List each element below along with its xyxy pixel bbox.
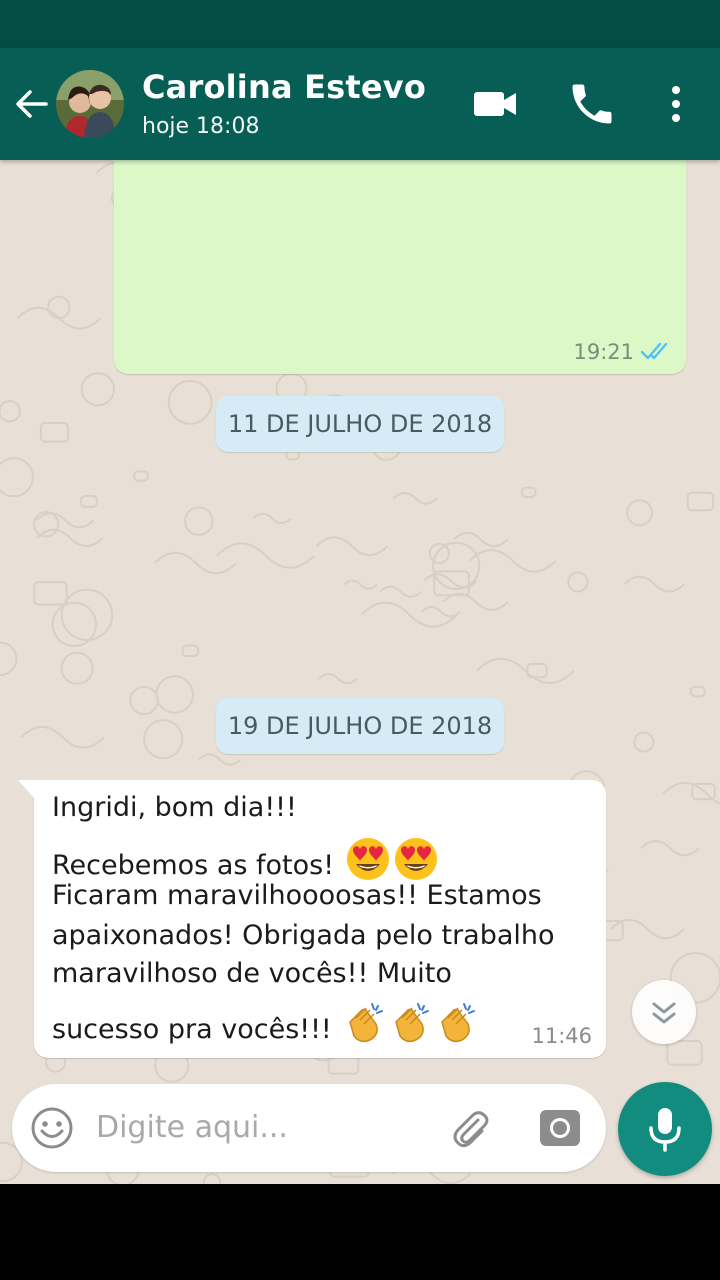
contact-photo xyxy=(56,70,124,138)
wallpaper-doodle xyxy=(133,470,149,482)
wallpaper-doodle xyxy=(143,719,184,760)
message-composer: Digite aqui... xyxy=(12,1084,606,1172)
phone-icon xyxy=(572,84,612,124)
wallpaper-doodle xyxy=(661,782,720,805)
video-call-button[interactable] xyxy=(472,84,520,124)
last-seen-status: hoje 18:08 xyxy=(142,114,260,139)
wallpaper-doodle xyxy=(129,685,159,716)
wallpaper-doodle xyxy=(20,725,105,749)
clapping-hands-emoji xyxy=(388,1002,432,1053)
more-options-button[interactable] xyxy=(656,80,696,128)
wallpaper-doodle xyxy=(520,486,537,498)
wallpaper-doodle xyxy=(80,372,116,407)
wallpaper-doodle xyxy=(80,495,98,508)
wallpaper-doodle xyxy=(393,491,438,505)
wallpaper-doodle xyxy=(360,601,458,628)
wallpaper-doodle xyxy=(33,511,60,538)
wallpaper-doodle xyxy=(0,641,18,677)
wallpaper-doodle xyxy=(51,601,97,647)
paperclip-icon xyxy=(453,1111,489,1148)
wallpaper-doodle xyxy=(184,506,214,536)
status-bar xyxy=(0,0,720,48)
message-time: 11:46 xyxy=(531,1024,592,1048)
chat-header: Carolina Estevo hoje 18:08 xyxy=(0,48,720,160)
camera-icon xyxy=(540,1110,580,1146)
message-text-line: maravilhoso de vocês!! Muito xyxy=(52,958,452,989)
wallpaper-doodle xyxy=(39,421,69,443)
wallpaper-doodle xyxy=(198,753,242,766)
incoming-message-bubble[interactable]: Ingridi, bom dia!!! Recebemos as fotos! … xyxy=(18,780,606,1058)
message-text-line: apaixonados! Obrigada pelo trabalho xyxy=(52,920,555,951)
wallpaper-doodle xyxy=(343,579,378,590)
message-input[interactable]: Digite aqui... xyxy=(96,1110,288,1145)
wallpaper-doodle xyxy=(155,675,194,714)
back-button[interactable] xyxy=(12,84,52,124)
wallpaper-doodle xyxy=(666,1040,703,1066)
wallpaper-doodle xyxy=(35,512,95,529)
message-time: 19:21 xyxy=(573,340,634,364)
double-check-icon xyxy=(640,342,668,360)
wallpaper-doodle xyxy=(0,400,21,423)
voice-call-button[interactable] xyxy=(566,78,618,130)
wallpaper-doodle xyxy=(432,541,481,591)
wallpaper-doodle xyxy=(567,571,589,593)
date-separator: 11 DE JULHO DE 2018 xyxy=(216,396,504,452)
wallpaper-doodle xyxy=(428,542,450,565)
chevron-double-down-icon xyxy=(652,1002,676,1024)
smiley-icon xyxy=(31,1107,73,1149)
message-text: sucesso pra vocês!!! xyxy=(52,1014,332,1045)
wallpaper-doodle xyxy=(468,549,557,573)
wallpaper-doodle xyxy=(623,575,685,593)
camera-button[interactable] xyxy=(538,1106,582,1150)
wallpaper-doodle xyxy=(640,839,700,857)
wallpaper-doodle xyxy=(216,542,316,569)
message-text-line: Ingridi, bom dia!!! xyxy=(52,792,297,823)
message-text: Recebemos as fotos! xyxy=(52,850,335,881)
wallpaper-doodle xyxy=(318,672,358,685)
chat-area[interactable]: 19:21 11 DE JULHO DE 2018 19 DE JULHO DE… xyxy=(0,160,720,1184)
wallpaper-doodle xyxy=(626,499,654,527)
wallpaper-doodle xyxy=(379,585,422,598)
wallpaper-doodle xyxy=(181,644,200,658)
wallpaper-doodle xyxy=(315,536,389,557)
wallpaper-doodle xyxy=(47,295,71,319)
message-text-line: sucesso pra vocês!!! xyxy=(52,1002,478,1053)
avatar[interactable] xyxy=(56,70,124,138)
clapping-hands-emoji xyxy=(434,1002,478,1053)
bubble-tail xyxy=(18,780,34,798)
wallpaper-doodle xyxy=(633,731,655,753)
message-text-line: Ficaram maravilhoooosas!! Estamos xyxy=(52,880,542,911)
wallpaper-doodle xyxy=(689,685,706,698)
scroll-to-bottom-button[interactable] xyxy=(632,980,696,1044)
wallpaper-doodle xyxy=(252,512,292,525)
wallpaper-doodle xyxy=(154,551,238,575)
wallpaper-doodle xyxy=(60,651,94,685)
wallpaper-doodle xyxy=(33,581,68,606)
wallpaper-doodle xyxy=(60,588,114,642)
wallpaper-doodle xyxy=(36,528,104,548)
navigation-bar xyxy=(0,1184,720,1280)
video-camera-icon xyxy=(474,92,516,116)
wallpaper-doodle xyxy=(0,457,34,498)
wallpaper-doodle xyxy=(202,1173,222,1184)
wallpaper-doodle xyxy=(167,380,213,425)
emoji-button[interactable] xyxy=(30,1106,74,1150)
attach-button[interactable] xyxy=(448,1106,494,1152)
outgoing-message-bubble[interactable]: 19:21 xyxy=(114,160,686,374)
arrow-left-icon xyxy=(16,90,48,118)
date-separator: 19 DE JULHO DE 2018 xyxy=(216,698,504,754)
wallpaper-doodle xyxy=(475,657,575,684)
voice-message-button[interactable] xyxy=(618,1082,712,1176)
microphone-icon xyxy=(649,1108,681,1152)
clapping-hands-emoji xyxy=(342,1002,386,1053)
wallpaper-doodle xyxy=(421,605,461,618)
more-vertical-icon xyxy=(672,86,680,122)
contact-name[interactable]: Carolina Estevo xyxy=(142,68,426,106)
wallpaper-doodle xyxy=(686,491,715,512)
